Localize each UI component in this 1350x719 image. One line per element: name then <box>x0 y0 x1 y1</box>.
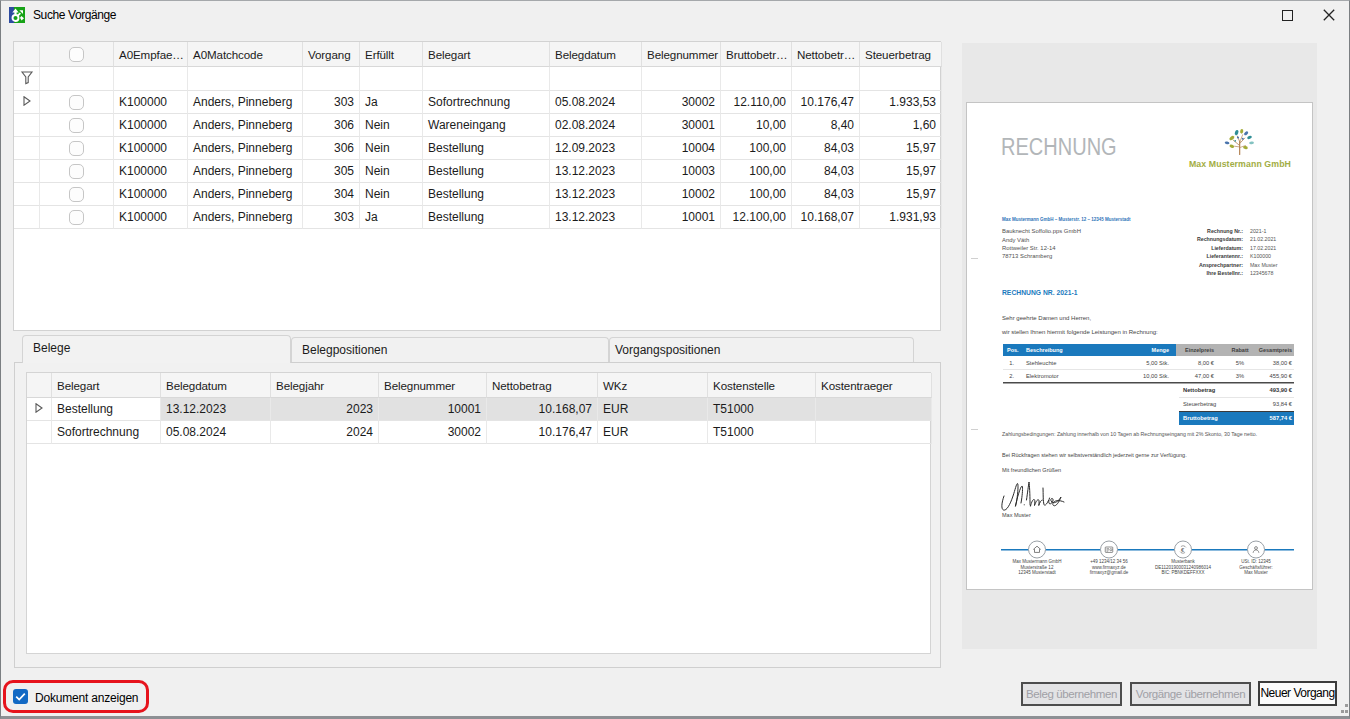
svg-text:€: € <box>1181 547 1185 553</box>
